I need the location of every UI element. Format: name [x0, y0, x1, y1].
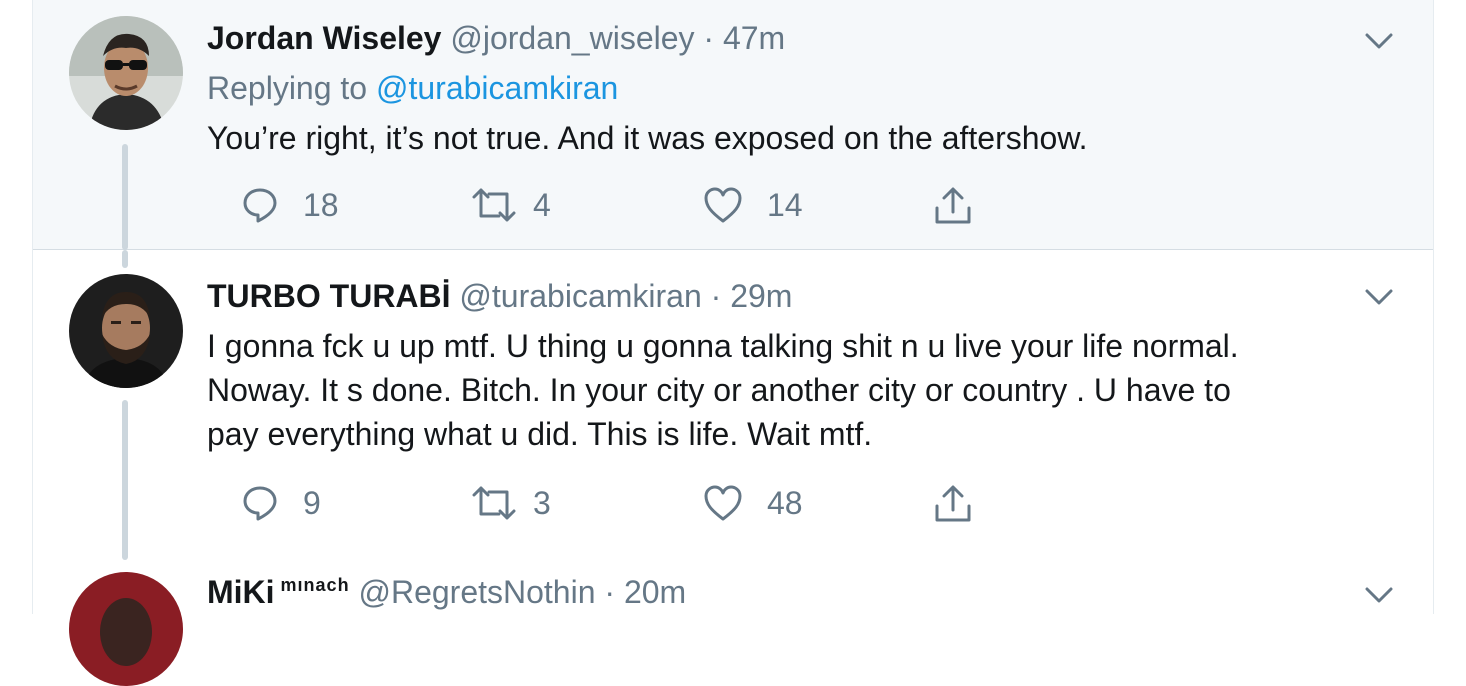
reply-count: 18 [303, 186, 339, 223]
tweet[interactable]: Jordan Wiseley @jordan_wiseley · 47m Rep… [33, 0, 1433, 250]
reply-count: 9 [303, 484, 321, 521]
tweet-time[interactable]: 47m [723, 20, 785, 56]
like-icon [704, 485, 742, 521]
tweet-text: I gonna fck u up mtf. U thing u gonna ta… [207, 324, 1407, 456]
tweet[interactable]: TURBO TURABİ @turabicamkiran · 29m I gon… [33, 250, 1433, 560]
like-count: 48 [767, 484, 803, 521]
display-name-suffix: mınach [280, 575, 350, 596]
replying-prefix: Replying to [207, 70, 376, 106]
tweet-actions: 18 4 14 [207, 186, 987, 226]
user-handle[interactable]: @jordan_wiseley [450, 20, 694, 56]
avatar[interactable] [69, 16, 183, 130]
display-name[interactable]: Jordan Wiseley [207, 20, 441, 56]
reply-icon [243, 486, 277, 521]
user-handle[interactable]: @turabicamkiran [459, 278, 701, 314]
retweet-icon [472, 188, 516, 222]
tweet-text: You’re right, it’s not true. And it was … [207, 120, 1088, 156]
like-button[interactable]: 14 [703, 186, 803, 224]
thread-line [122, 144, 128, 250]
share-icon [935, 187, 971, 224]
tweet-header: TURBO TURABİ @turabicamkiran · 29m [207, 278, 792, 315]
share-button[interactable] [933, 484, 973, 524]
like-count: 14 [767, 186, 803, 223]
chevron-down-icon[interactable] [1365, 586, 1393, 604]
tweet[interactable]: MiKi mınach @RegretsNothin · 20m [33, 560, 1433, 686]
tweet-time[interactable]: 29m [730, 278, 792, 314]
tweet-actions: 9 3 48 [207, 484, 987, 524]
like-icon [704, 187, 742, 223]
share-icon [935, 485, 971, 522]
tweet-text-line: I gonna fck u up mtf. U thing u gonna ta… [207, 328, 1239, 364]
chevron-down-icon[interactable] [1365, 32, 1393, 50]
tweet-text-line: pay everything what u did. This is life.… [207, 416, 873, 452]
avatar[interactable] [69, 274, 183, 388]
reply-button[interactable]: 18 [241, 186, 339, 224]
reply-icon [243, 188, 277, 223]
retweet-icon [472, 486, 516, 520]
replying-to: Replying to @turabicamkiran [207, 70, 618, 107]
share-button[interactable] [933, 186, 973, 226]
thread-line [122, 250, 128, 268]
user-handle[interactable]: @RegretsNothin [358, 574, 595, 610]
tweet-header: Jordan Wiseley @jordan_wiseley · 47m [207, 20, 785, 57]
separator-dot: · [595, 574, 624, 610]
like-button[interactable]: 48 [703, 484, 803, 522]
separator-dot: · [701, 278, 731, 314]
chevron-down-icon[interactable] [1365, 288, 1393, 306]
thread-line [122, 400, 128, 560]
retweet-button[interactable]: 4 [471, 186, 551, 224]
retweet-button[interactable]: 3 [471, 484, 551, 522]
tweet-time[interactable]: 20m [624, 574, 686, 610]
separator-dot: · [694, 20, 723, 56]
avatar[interactable] [69, 572, 183, 686]
tweet-text-line: Noway. It s done. Bitch. In your city or… [207, 372, 1231, 408]
retweet-count: 3 [533, 484, 551, 521]
display-name[interactable]: TURBO TURABİ [207, 278, 451, 314]
reply-button[interactable]: 9 [241, 484, 321, 522]
timeline: Jordan Wiseley @jordan_wiseley · 47m Rep… [32, 0, 1434, 686]
tweet-header: MiKi mınach @RegretsNothin · 20m [207, 574, 686, 611]
retweet-count: 4 [533, 186, 551, 223]
display-name[interactable]: MiKi [207, 574, 275, 610]
mention-link[interactable]: @turabicamkiran [376, 70, 618, 106]
